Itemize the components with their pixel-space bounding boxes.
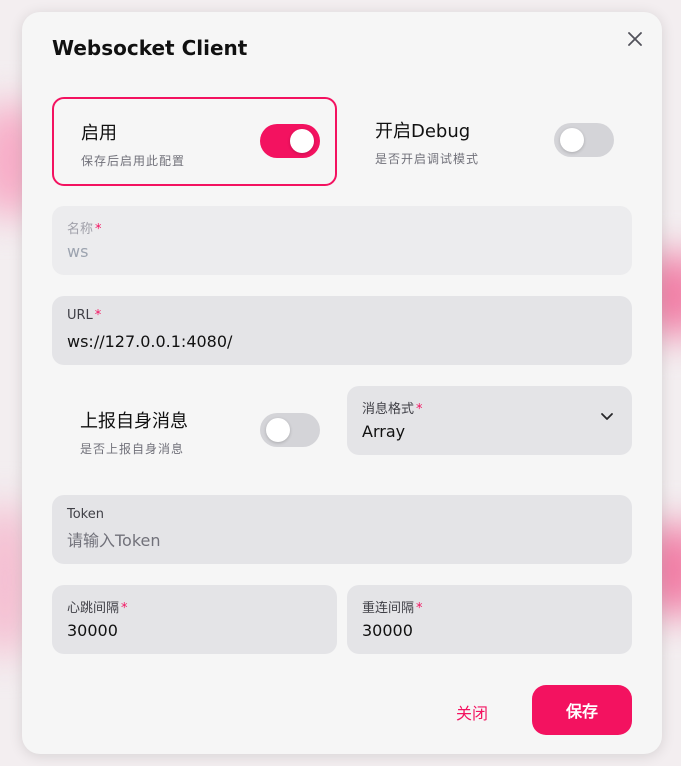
switch-knob (290, 129, 314, 153)
switch-knob (560, 128, 584, 152)
reconnect-interval-field[interactable]: 重连间隔 * 30000 (347, 585, 632, 654)
report-self-toggle-card[interactable]: 上报自身消息 是否上报自身消息 (52, 386, 337, 475)
debug-description: 是否开启调试模式 (375, 152, 480, 166)
enable-switch[interactable] (260, 124, 320, 158)
close-text-button[interactable]: 关闭 (456, 700, 488, 724)
name-field: 名称 * ws (52, 206, 632, 275)
reconnect-interval-label: 重连间隔 * (362, 601, 423, 616)
url-field[interactable]: URL * ws://127.0.0.1:4080/ (52, 296, 632, 365)
reconnect-interval-value[interactable]: 30000 (362, 621, 617, 640)
debug-toggle-card[interactable]: 开启Debug 是否开启调试模式 (347, 97, 632, 186)
heartbeat-interval-field[interactable]: 心跳间隔 * 30000 (52, 585, 337, 654)
url-field-label: URL * (67, 308, 102, 323)
heartbeat-interval-label: 心跳间隔 * (67, 601, 128, 616)
switch-knob (266, 418, 290, 442)
websocket-client-dialog: Websocket Client 启用 保存后启用此配置 开启Debug 是否开… (22, 12, 662, 754)
token-input[interactable] (67, 531, 617, 550)
enable-toggle-card[interactable]: 启用 保存后启用此配置 (52, 97, 337, 186)
report-self-switch[interactable] (260, 413, 320, 447)
debug-label: 开启Debug (375, 121, 471, 142)
save-button[interactable]: 保存 (532, 685, 632, 735)
close-icon (628, 32, 642, 46)
heartbeat-interval-value[interactable]: 30000 (67, 621, 322, 640)
message-format-label: 消息格式 * (362, 402, 423, 417)
report-self-label: 上报自身消息 (80, 411, 188, 432)
enable-label: 启用 (81, 123, 117, 144)
enable-description: 保存后启用此配置 (81, 154, 186, 168)
message-format-select[interactable]: 消息格式 * Array (347, 386, 632, 455)
name-field-label: 名称 * (67, 222, 102, 237)
token-field[interactable]: Token (52, 495, 632, 564)
chevron-down-icon (601, 413, 613, 420)
close-button[interactable] (624, 28, 646, 50)
message-format-value: Array (362, 422, 406, 441)
report-self-description: 是否上报自身消息 (80, 442, 185, 456)
dialog-title: Websocket Client (52, 36, 248, 60)
token-field-label: Token (67, 507, 104, 522)
debug-switch[interactable] (554, 123, 614, 157)
url-field-value[interactable]: ws://127.0.0.1:4080/ (67, 332, 617, 351)
name-field-value: ws (67, 242, 89, 261)
